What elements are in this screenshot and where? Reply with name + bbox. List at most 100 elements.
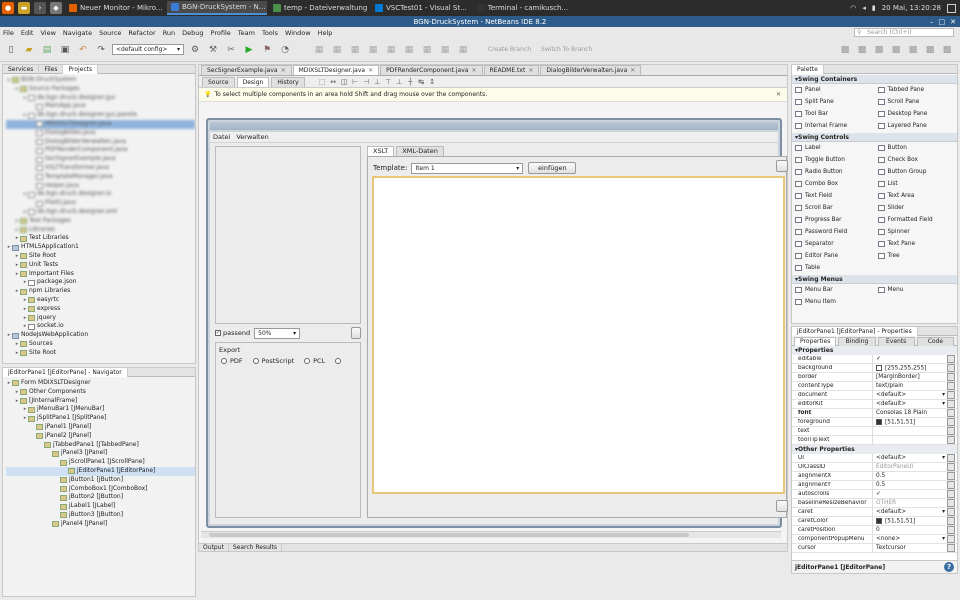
form-tab[interactable]: XSLT bbox=[367, 145, 395, 156]
search-input[interactable]: ⚲ Search (Ctrl+I) bbox=[854, 28, 954, 37]
property-value[interactable]: EditorPaneUI bbox=[872, 462, 947, 472]
editor-tab[interactable]: PDFRenderComponent.java ✕ bbox=[380, 65, 483, 75]
palette-item[interactable]: Progress Bar bbox=[792, 214, 875, 226]
team-icon-6[interactable]: ▩ bbox=[923, 43, 937, 57]
taskbar-task[interactable]: temp - Dateiverwaltung bbox=[269, 1, 369, 15]
navigator-title[interactable]: jEditorPane1 [JEditorPane] - Navigator bbox=[3, 367, 128, 377]
tree-node[interactable]: ▸ HTML5Application1 bbox=[6, 243, 195, 252]
run-icon[interactable]: ▶ bbox=[242, 43, 256, 57]
tree-node[interactable]: ▸ socket.io bbox=[6, 322, 195, 331]
properties-tab-code[interactable]: Code bbox=[916, 336, 954, 346]
create-branch-button[interactable]: Create Branch bbox=[488, 46, 531, 53]
tree-node[interactable]: jPanel2 [JPanel] bbox=[6, 432, 195, 441]
info-close-icon[interactable]: ✕ bbox=[776, 91, 781, 98]
properties-tab-binding[interactable]: Binding bbox=[838, 336, 876, 346]
chevron-down-icon[interactable]: ▾ bbox=[942, 536, 945, 542]
properties-tab-properties[interactable]: Properties bbox=[794, 336, 837, 346]
property-editor-button[interactable] bbox=[947, 544, 955, 552]
tree-node[interactable]: DialogBilder.java bbox=[6, 129, 195, 138]
tree-node[interactable]: jComboBox1 [JComboBox] bbox=[6, 485, 195, 494]
chevron-down-icon[interactable]: ▾ bbox=[942, 392, 945, 398]
side-button-bottom[interactable] bbox=[776, 500, 788, 512]
chevron-down-icon[interactable]: ▾ bbox=[942, 509, 945, 515]
palette-item[interactable]: Text Pane bbox=[875, 238, 958, 250]
debug-icon[interactable]: ⚑ bbox=[260, 43, 274, 57]
palette-item[interactable]: Button bbox=[875, 142, 958, 154]
tree-node[interactable]: jButton3 [JButton] bbox=[6, 511, 195, 520]
switch-branch-button[interactable]: Switch To Branch bbox=[541, 46, 592, 53]
export-radio[interactable]: PDF bbox=[221, 357, 243, 365]
tree-node[interactable]: ▸ express bbox=[6, 305, 195, 314]
palette-title[interactable]: Palette bbox=[792, 64, 824, 74]
undo-icon[interactable]: ↶ bbox=[76, 43, 90, 57]
property-editor-button[interactable] bbox=[947, 391, 955, 399]
tree-node[interactable]: jTabbedPane1 [JTabbedPane] bbox=[6, 441, 195, 450]
tree-node[interactable]: ▸ Test Packages bbox=[6, 217, 195, 226]
palette-item[interactable]: Toggle Button bbox=[792, 154, 875, 166]
chevron-down-icon[interactable]: ▾ bbox=[942, 401, 945, 407]
property-value[interactable]: Consolas 18 Plain bbox=[872, 408, 947, 418]
palette-item[interactable]: Separator bbox=[792, 238, 875, 250]
palette-item[interactable]: Tool Bar bbox=[792, 108, 875, 120]
tree-node[interactable]: jEditorPane1 [JEditorPane] bbox=[6, 466, 195, 476]
tree-node[interactable]: ▸ Source Packages bbox=[6, 85, 195, 94]
property-editor-button[interactable] bbox=[947, 355, 955, 363]
view-tab-design[interactable]: Design bbox=[236, 76, 270, 87]
tree-node[interactable]: ▸ npm Libraries bbox=[6, 287, 195, 296]
property-value[interactable]: <default> ▾ bbox=[872, 399, 947, 409]
property-editor-button[interactable] bbox=[947, 382, 955, 390]
editor-tab[interactable]: SecSignerExample.java ✕ bbox=[201, 65, 292, 75]
open-project-icon[interactable]: ▤ bbox=[40, 43, 54, 57]
zoom-button[interactable] bbox=[351, 327, 361, 339]
horizontal-scrollbar[interactable] bbox=[201, 531, 781, 538]
new-project-icon[interactable]: ▰ bbox=[22, 43, 36, 57]
git-merge-icon[interactable]: ▦ bbox=[402, 43, 416, 57]
property-value[interactable]: OTHER bbox=[872, 498, 947, 508]
palette-item[interactable]: Label bbox=[792, 142, 875, 154]
tab-files[interactable]: Files bbox=[39, 64, 64, 74]
property-value[interactable]: [51,51,51] bbox=[872, 516, 947, 526]
tree-node[interactable]: DialogBilderVerwalten.java bbox=[6, 138, 195, 147]
property-value[interactable]: [255,255,255] bbox=[872, 363, 947, 373]
bottom-tab-search-results[interactable]: Search Results bbox=[229, 544, 283, 551]
property-value[interactable]: text/plain bbox=[872, 381, 947, 391]
volume-icon[interactable]: ◂ bbox=[862, 4, 866, 12]
property-editor-button[interactable] bbox=[947, 535, 955, 543]
team-icon-7[interactable]: ▩ bbox=[940, 43, 954, 57]
git-status-icon[interactable]: ▦ bbox=[456, 43, 470, 57]
taskbar-task[interactable]: Neuer Monitor - Mikro... bbox=[65, 1, 165, 15]
config-select[interactable]: <default config> ▾ bbox=[112, 44, 184, 55]
team-icon-5[interactable]: ▩ bbox=[906, 43, 920, 57]
palette-item[interactable]: Radio Button bbox=[792, 166, 875, 178]
menu-team[interactable]: Team bbox=[238, 29, 255, 37]
palette-section[interactable]: ▾ Swing Controls bbox=[792, 133, 957, 142]
menu-window[interactable]: Window bbox=[285, 29, 311, 37]
tab-services[interactable]: Services bbox=[3, 64, 40, 74]
property-value[interactable] bbox=[872, 435, 947, 445]
palette-item[interactable]: List bbox=[875, 178, 958, 190]
editor-tab[interactable]: MDIXSLTDesigner.java ✕ bbox=[292, 65, 380, 75]
palette-item[interactable]: Menu bbox=[875, 284, 958, 296]
tree-node[interactable]: ▸ jMenuBar1 [JMenuBar] bbox=[6, 405, 195, 414]
property-value[interactable]: 0.5 bbox=[872, 471, 947, 481]
menu-profile[interactable]: Profile bbox=[211, 29, 231, 37]
tree-node[interactable]: Helper.java bbox=[6, 182, 195, 191]
palette-item[interactable]: Scroll Pane bbox=[875, 96, 958, 108]
property-editor-button[interactable] bbox=[947, 454, 955, 462]
tree-node[interactable]: ▸ Sources bbox=[6, 340, 195, 349]
tree-node[interactable]: ▸ de.bgn.druck.designer.gui.panels bbox=[6, 111, 195, 120]
tree-node[interactable]: ▸ BGN-DruckSystem bbox=[6, 76, 195, 85]
tree-node[interactable]: jLabel1 [JLabel] bbox=[6, 502, 195, 511]
menu-run[interactable]: Run bbox=[163, 29, 175, 37]
property-value[interactable]: <none> ▾ bbox=[872, 534, 947, 544]
property-editor-button[interactable] bbox=[947, 508, 955, 516]
palette-item[interactable]: Formatted Field bbox=[875, 214, 958, 226]
property-value[interactable]: <default> ▾ bbox=[872, 390, 947, 400]
palette-item[interactable]: Button Group bbox=[875, 166, 958, 178]
tree-node[interactable]: ▸ package.json bbox=[6, 278, 195, 287]
palette-item[interactable]: Tree bbox=[875, 250, 958, 262]
chevron-down-icon[interactable]: ▾ bbox=[942, 455, 945, 461]
radio-icon[interactable] bbox=[335, 358, 342, 364]
tree-node[interactable]: ▸ de.bgn.druck.designer.xml bbox=[6, 208, 195, 217]
property-value[interactable] bbox=[872, 426, 947, 436]
